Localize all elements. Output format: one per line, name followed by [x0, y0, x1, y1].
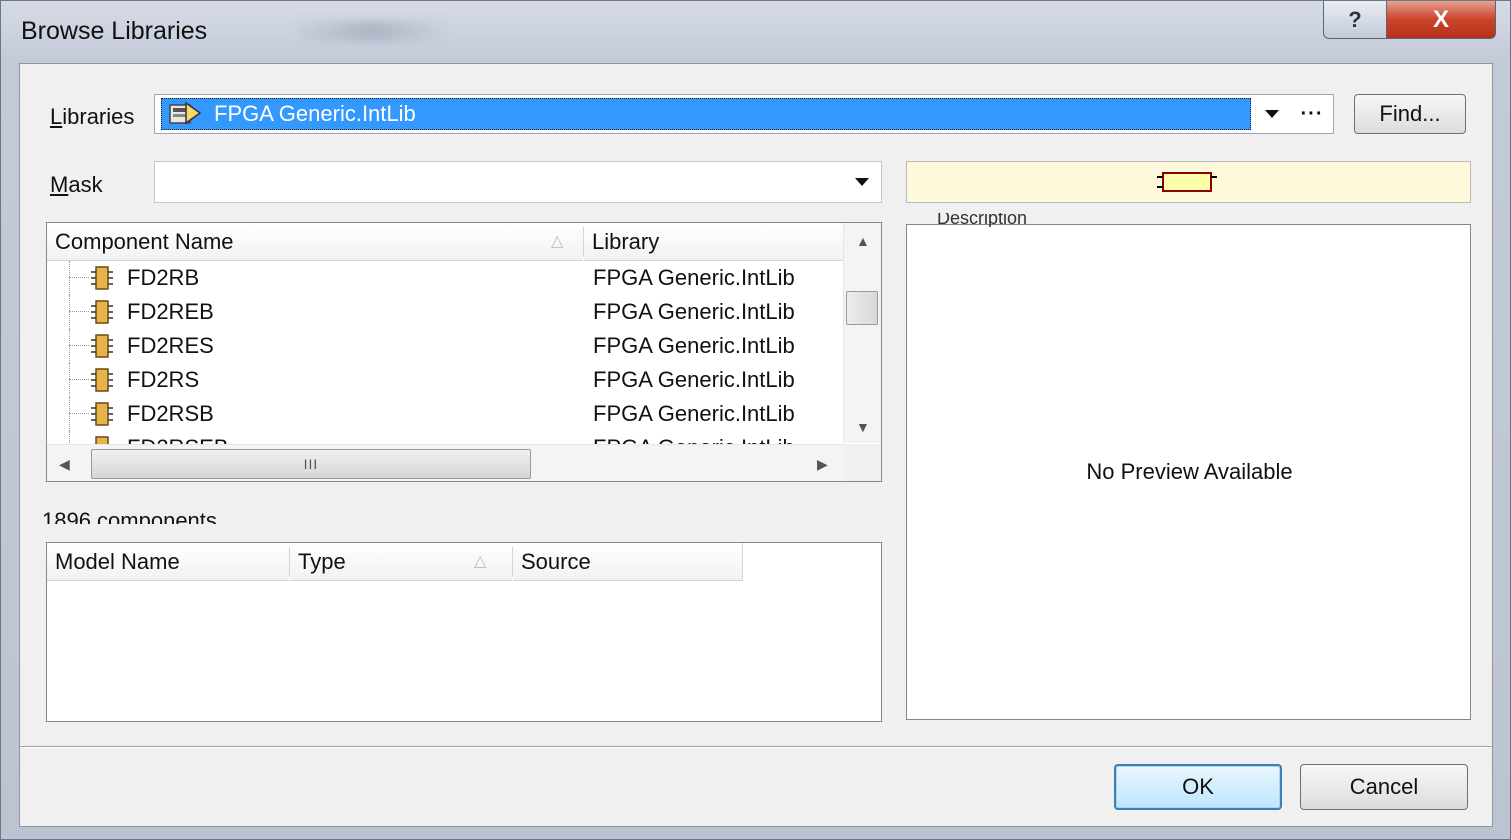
scroll-right-icon[interactable]: ▶: [817, 456, 828, 473]
footer-divider: [20, 746, 1492, 748]
column-header-library[interactable]: Library: [584, 223, 843, 261]
component-library: FPGA Generic.IntLib: [593, 265, 795, 290]
horizontal-scroll-thumb[interactable]: III: [91, 449, 531, 479]
dialog-client-area: Libraries FPGA Generic.IntLib ··· Find..…: [19, 63, 1493, 827]
component-row[interactable]: FD2REB FPGA Generic.IntLib: [47, 295, 843, 329]
no-preview-message: No Preview Available: [1086, 459, 1293, 484]
preview-partial-label: Description: [937, 213, 1028, 227]
close-button[interactable]: X: [1386, 1, 1496, 39]
component-list-vertical-scrollbar[interactable]: ▲ ▼: [843, 223, 881, 443]
component-library: FPGA Generic.IntLib: [593, 401, 795, 426]
component-library: FPGA Generic.IntLib: [593, 299, 795, 324]
scroll-down-icon[interactable]: ▼: [856, 419, 870, 435]
component-list-horizontal-scrollbar[interactable]: ◀ III ▶: [47, 444, 843, 481]
component-row[interactable]: FD2RB FPGA Generic.IntLib: [47, 261, 843, 295]
mask-dropdown-arrow-icon[interactable]: [855, 178, 869, 186]
browse-libraries-dialog: Browse Libraries ? X Libraries FPGA Gene…: [0, 0, 1511, 840]
mask-label: Mask: [50, 172, 103, 197]
component-name: FD2RB: [127, 265, 200, 290]
component-name: FD2RES: [127, 333, 214, 358]
library-icon: [169, 101, 202, 125]
component-library: FPGA Generic.IntLib: [593, 367, 795, 392]
libraries-browse-button[interactable]: ···: [1295, 101, 1329, 127]
component-chip-icon: [91, 334, 113, 358]
component-chip-icon: [91, 368, 113, 392]
libraries-selected-value: FPGA Generic.IntLib: [161, 98, 1251, 130]
component-row[interactable]: FD2RES FPGA Generic.IntLib: [47, 329, 843, 363]
scroll-left-icon[interactable]: ◀: [59, 456, 70, 473]
component-row[interactable]: FD2RS FPGA Generic.IntLib: [47, 363, 843, 397]
component-chip-icon: [91, 266, 113, 290]
libraries-dropdown-arrow-icon[interactable]: [1265, 110, 1279, 118]
column-header-source[interactable]: Source: [513, 543, 743, 581]
dialog-title: Browse Libraries: [21, 17, 208, 45]
component-count: 1896 components: [42, 508, 217, 524]
cancel-button[interactable]: Cancel: [1300, 764, 1468, 810]
component-name: FD2REB: [127, 299, 214, 324]
mask-input[interactable]: [154, 161, 882, 203]
component-preview-panel: Description No Preview Available: [906, 213, 1471, 720]
column-header-type[interactable]: Type △: [290, 543, 512, 581]
help-button[interactable]: ?: [1323, 1, 1387, 39]
vertical-scroll-thumb[interactable]: [846, 291, 878, 325]
find-button[interactable]: Find...: [1354, 94, 1466, 134]
model-list[interactable]: Model Name Type △ Source: [46, 542, 882, 722]
component-name: FD2RSB: [127, 401, 214, 426]
libraries-dropdown[interactable]: FPGA Generic.IntLib ···: [154, 94, 1334, 134]
component-name: FD2RS: [127, 367, 200, 392]
libraries-selected-text: FPGA Generic.IntLib: [214, 101, 416, 126]
component-symbol-icon: [1157, 172, 1217, 192]
close-icon: X: [1432, 5, 1449, 33]
component-list[interactable]: Component Name △ Library FD2RB FPGA Gene…: [46, 222, 882, 482]
column-header-model-name[interactable]: Model Name: [47, 543, 289, 581]
column-header-component-name[interactable]: Component Name △: [47, 223, 583, 261]
scroll-up-icon[interactable]: ▲: [856, 233, 870, 249]
sort-ascending-icon: △: [474, 553, 487, 570]
component-chip-icon: [91, 300, 113, 324]
component-library: FPGA Generic.IntLib: [593, 333, 795, 358]
libraries-label: Libraries: [50, 104, 135, 129]
component-chip-icon: [91, 402, 113, 426]
title-background-blur: [291, 21, 451, 41]
scroll-grip: III: [303, 456, 319, 472]
sort-ascending-icon: △: [551, 233, 564, 250]
symbol-preview-strip: [906, 161, 1471, 203]
help-icon: ?: [1348, 6, 1362, 32]
scrollbar-corner: [843, 444, 881, 481]
ok-button[interactable]: OK: [1114, 764, 1282, 810]
component-row[interactable]: FD2RSB FPGA Generic.IntLib: [47, 397, 843, 431]
